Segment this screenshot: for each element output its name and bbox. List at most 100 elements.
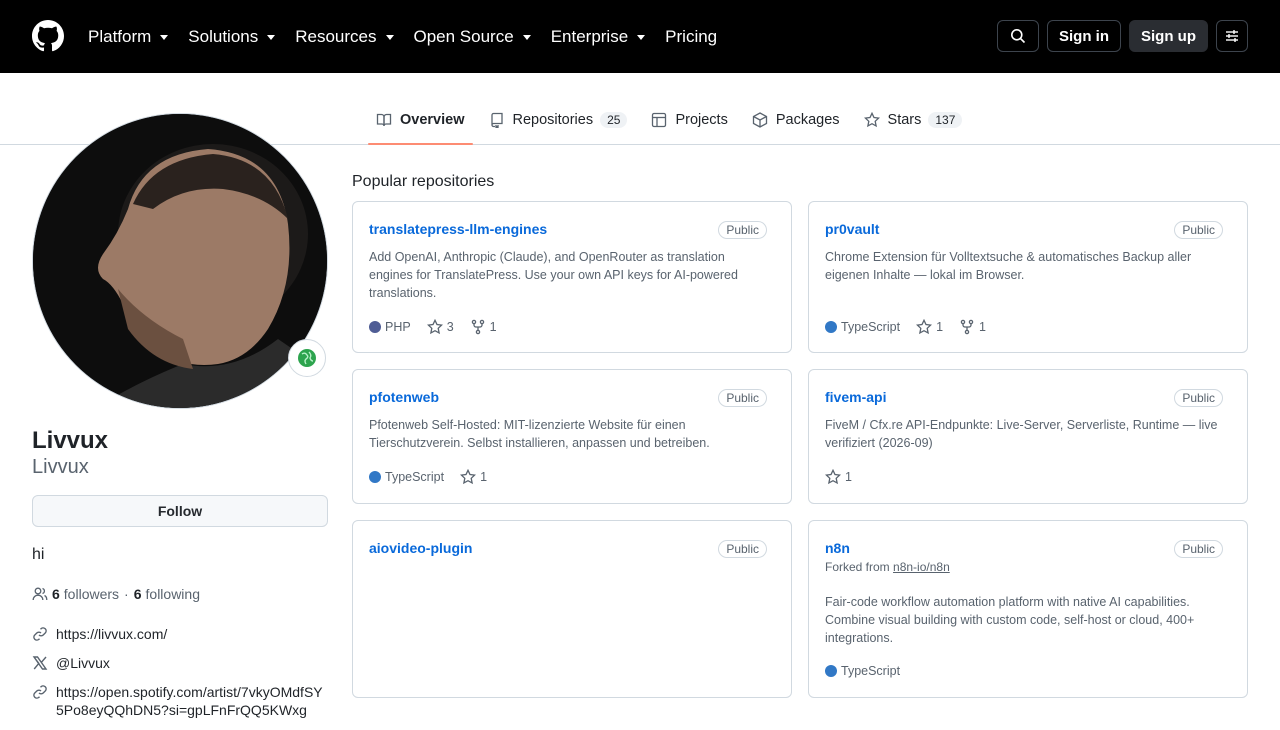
package-icon — [752, 112, 767, 128]
repo-meta: TypeScript — [825, 664, 916, 678]
repo-card-pfotenweb: pfotenweb Public Pfotenweb Self-Hosted: … — [352, 369, 792, 504]
visibility-badge: Public — [718, 389, 767, 407]
nav-pricing[interactable]: Pricing — [665, 27, 717, 47]
tab-projects[interactable]: Projects — [643, 97, 735, 143]
repo-meta: TypeScript 1 — [369, 469, 503, 485]
repo-description: Fair-code workflow automation platform w… — [825, 595, 1195, 645]
repositories-count: 25 — [600, 112, 628, 128]
nav-enterprise[interactable]: Enterprise — [551, 27, 646, 47]
header-actions: Sign in Sign up — [997, 20, 1248, 52]
people-icon — [32, 587, 48, 601]
repo-language: TypeScript — [825, 664, 900, 678]
repo-link[interactable]: fivem-api — [825, 389, 886, 405]
chevron-down-icon — [160, 35, 169, 40]
repo-stars[interactable]: 1 — [825, 469, 852, 485]
tab-overview[interactable]: Overview — [368, 97, 473, 145]
repo-card-translatepress-llm-engines: translatepress-llm-engines Public Add Op… — [352, 201, 792, 353]
profile-tabs: Overview Repositories 25 Projects Packag… — [368, 97, 978, 145]
menu-button[interactable] — [1216, 20, 1248, 52]
visibility-badge: Public — [1174, 389, 1223, 407]
search-button[interactable] — [997, 20, 1039, 52]
repo-card-n8n: n8n Public Forked from n8n-io/n8n Fair-c… — [808, 520, 1248, 698]
forked-from-link[interactable]: n8n-io/n8n — [893, 560, 950, 574]
visibility-badge: Public — [1174, 221, 1223, 239]
globe-emoji-icon — [298, 349, 316, 367]
repo-link[interactable]: aiovideo-plugin — [369, 540, 472, 556]
repo-icon — [490, 112, 503, 128]
x-logo-icon — [32, 656, 48, 670]
tab-packages[interactable]: Packages — [744, 97, 848, 143]
repo-card-aiovideo-plugin: aiovideo-plugin Public — [352, 520, 792, 698]
repo-description: Pfotenweb Self-Hosted: MIT-lizenzierte W… — [369, 418, 710, 450]
tab-stars[interactable]: Stars 137 — [856, 97, 971, 143]
repo-meta: TypeScript 1 1 — [825, 319, 1002, 335]
repo-forks[interactable]: 1 — [470, 319, 497, 335]
star-icon — [426, 319, 443, 335]
repo-stars[interactable]: 1 — [916, 319, 943, 335]
follow-stats: 6 followers · 6 following — [32, 586, 200, 602]
website-link[interactable]: https://livvux.com/ — [32, 625, 332, 643]
tab-repositories[interactable]: Repositories 25 — [481, 97, 636, 143]
repo-link[interactable]: translatepress-llm-engines — [369, 221, 547, 237]
sliders-icon — [1226, 30, 1238, 42]
visibility-badge: Public — [1174, 540, 1223, 558]
visibility-badge: Public — [718, 540, 767, 558]
profile-bio: hi — [32, 546, 45, 563]
chevron-down-icon — [522, 35, 531, 40]
forked-from: Forked from n8n-io/n8n — [825, 560, 950, 574]
profile-login: Livvux — [32, 456, 89, 478]
star-icon — [825, 469, 841, 485]
repo-description: Chrome Extension für Volltextsuche & aut… — [825, 250, 1192, 282]
top-header: Platform Solutions Resources Open Source… — [0, 0, 1280, 73]
book-icon — [376, 113, 392, 127]
following-link[interactable]: 6 following — [134, 586, 200, 602]
nav-platform[interactable]: Platform — [88, 27, 169, 47]
status-badge[interactable] — [288, 339, 326, 377]
twitter-link[interactable]: @Livvux — [32, 654, 332, 672]
repo-stars[interactable]: 3 — [426, 319, 454, 335]
repo-language: TypeScript — [825, 320, 900, 334]
stars-count: 137 — [928, 112, 963, 128]
profile-links: https://livvux.com/ @Livvux https://open… — [32, 625, 332, 730]
language-color-dot — [825, 665, 837, 677]
avatar[interactable] — [32, 113, 328, 409]
profile-name: Livvux — [32, 427, 109, 454]
repo-description: FiveM / Cfx.re API-Endpunkte: Live-Serve… — [825, 418, 1218, 450]
nav-resources[interactable]: Resources — [295, 27, 394, 47]
chevron-down-icon — [385, 35, 394, 40]
repo-stars[interactable]: 1 — [460, 469, 487, 485]
fork-icon — [960, 319, 974, 335]
repo-card-fivem-api: fivem-api Public FiveM / Cfx.re API-Endp… — [808, 369, 1248, 504]
popular-repos-heading: Popular repositories — [352, 173, 495, 190]
chevron-down-icon — [637, 35, 646, 40]
sign-in-button[interactable]: Sign in — [1047, 20, 1121, 52]
spotify-link[interactable]: https://open.spotify.com/artist/7vkyOMdf… — [32, 683, 332, 719]
visibility-badge: Public — [718, 221, 767, 239]
star-icon — [863, 112, 880, 128]
nav-solutions[interactable]: Solutions — [188, 27, 276, 47]
repo-forks[interactable]: 1 — [959, 319, 986, 335]
repo-card-pr0vault: pr0vault Public Chrome Extension für Vol… — [808, 201, 1248, 353]
search-icon — [1011, 29, 1026, 44]
repo-link[interactable]: pr0vault — [825, 221, 879, 237]
repo-meta: 1 — [825, 469, 868, 485]
repo-meta: PHP 3 1 — [369, 319, 513, 335]
link-icon — [33, 685, 47, 699]
main-nav: Platform Solutions Resources Open Source… — [88, 0, 737, 73]
sign-up-button[interactable]: Sign up — [1129, 20, 1208, 52]
github-logo-icon[interactable] — [32, 20, 64, 52]
repo-link[interactable]: pfotenweb — [369, 389, 439, 405]
language-color-dot — [369, 471, 381, 483]
table-icon — [652, 112, 667, 128]
repo-link[interactable]: n8n — [825, 540, 850, 556]
avatar-photo — [33, 114, 327, 408]
nav-open-source[interactable]: Open Source — [414, 27, 531, 47]
repo-description: Add OpenAI, Anthropic (Claude), and Open… — [369, 250, 738, 300]
link-icon — [33, 627, 47, 641]
language-color-dot — [369, 321, 381, 333]
star-icon — [460, 469, 477, 485]
chevron-down-icon — [267, 35, 276, 40]
star-icon — [916, 319, 933, 335]
followers-link[interactable]: 6 followers — [52, 586, 119, 602]
follow-button[interactable]: Follow — [32, 495, 328, 527]
